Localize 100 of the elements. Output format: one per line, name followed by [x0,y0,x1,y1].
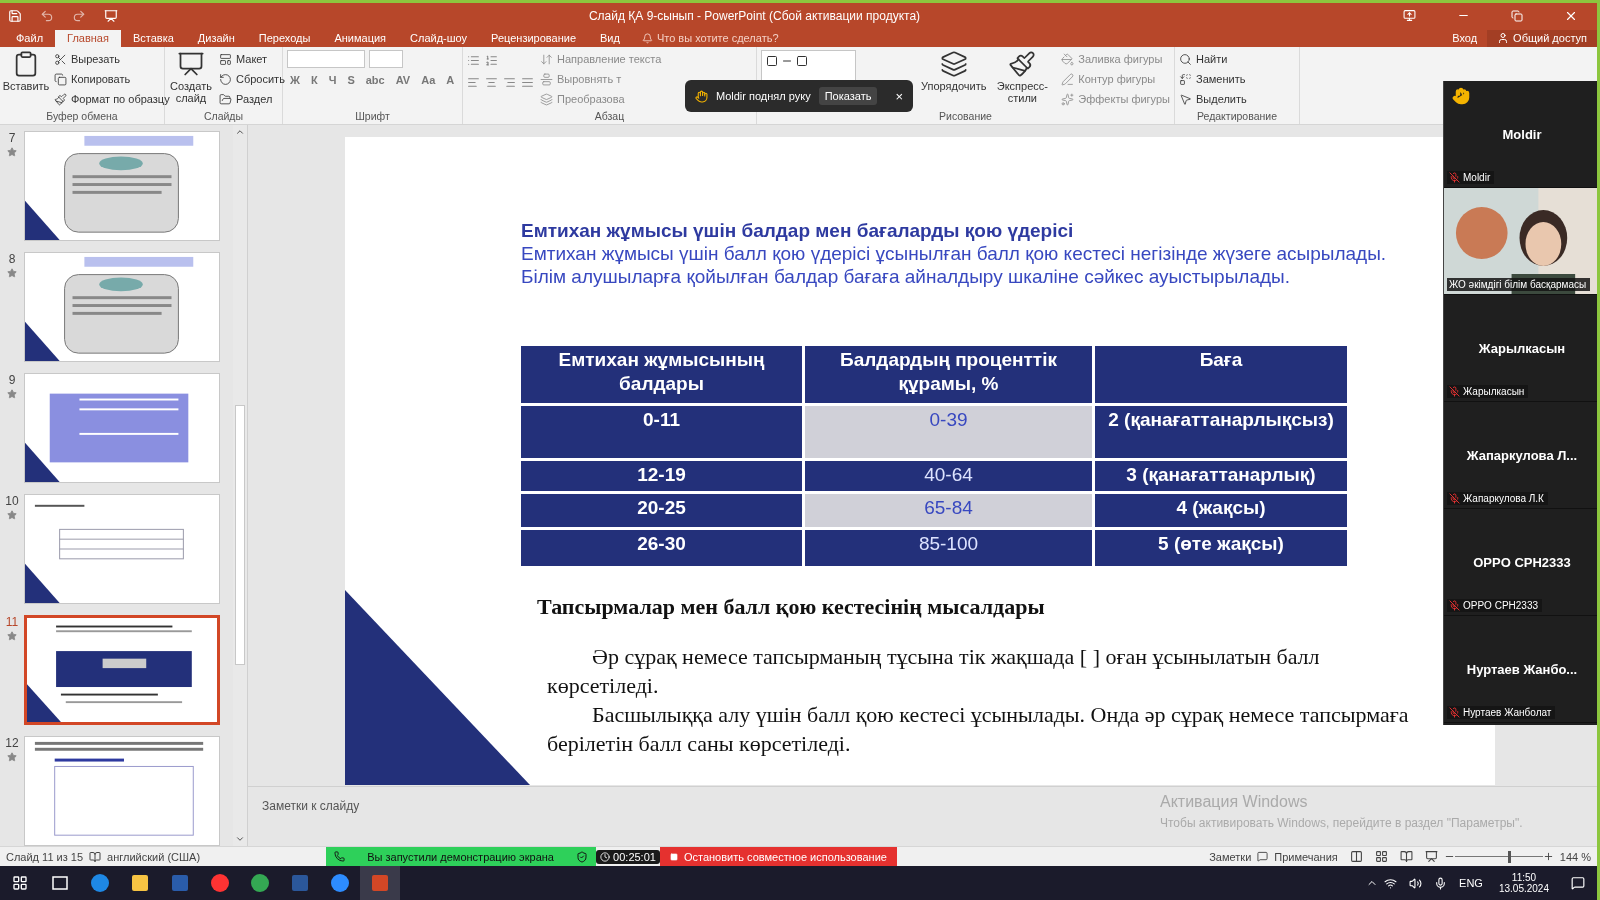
rectangle-icon[interactable] [766,55,778,67]
paintbrush-icon [1008,50,1037,78]
ribbon-tab[interactable]: Дизайн [185,30,247,47]
comment-icon[interactable] [1257,851,1269,862]
format-button[interactable]: Ж [287,74,303,86]
slide-thumbnail[interactable] [24,615,220,725]
toast-message: Moldir поднял руку [716,90,811,102]
ribbon-button[interactable]: Формат по образцу [54,90,170,108]
muted-mic-icon [1449,707,1460,718]
folder-icon [219,92,232,106]
align-center-icon[interactable] [485,75,498,89]
ribbon-button[interactable]: Макет [219,50,285,68]
format-button[interactable]: К [307,74,321,86]
participant-label: OPPO CPH2333 [1447,599,1543,612]
network-icon[interactable] [1384,876,1398,890]
star-icon [7,389,17,399]
undo-icon[interactable] [40,8,54,23]
timer[interactable]: 00:25:01 [596,849,660,864]
ribbon-button[interactable]: Вырезать [54,50,170,68]
star-icon [7,752,17,762]
slide-thumbnail[interactable] [24,494,220,604]
keyboard-language[interactable]: ENG [1453,877,1489,889]
zoom-level[interactable]: 144 % [1553,850,1597,863]
group-label: Редактирование [1196,110,1278,124]
slide-thumbnail[interactable] [24,131,220,241]
table-cell: 0-11 [521,406,802,458]
ribbon-tab[interactable]: Главная [55,30,121,47]
zoom-thumb[interactable] [1507,850,1511,863]
redo-icon[interactable] [72,8,86,23]
normal-view-icon[interactable] [1349,850,1363,863]
layout-icon [219,52,232,66]
notifications-icon[interactable] [1571,876,1585,890]
reading-view-icon[interactable] [1399,850,1413,863]
comments-button[interactable]: Примечания [1268,850,1344,863]
ribbon-button[interactable]: Заменить [1179,70,1247,88]
presentation-icon[interactable] [104,8,118,23]
ribbon-tab[interactable]: Вставка [120,30,186,47]
show-button[interactable]: Показать [818,87,878,105]
format-button[interactable]: S [344,74,358,86]
stop-icon [669,852,678,861]
ribbon-button[interactable]: Раздел [219,90,285,108]
tell-me-field[interactable]: Что вы хотите сделать? [631,30,789,47]
format-button[interactable]: AV [392,74,414,86]
notes-button[interactable]: Заметки [1203,850,1258,863]
share-button[interactable]: Общий доступ [1487,30,1597,47]
slide-heading: Емтихан жұмысы үшін балдар мен бағаларды қою үдерісі [521,219,1074,242]
microphone-icon[interactable] [1434,876,1448,890]
sign-in-link[interactable]: Вход [1442,30,1488,47]
ribbon-button[interactable]: Вставить [4,50,48,110]
participant-name: Жарылкасын [1478,340,1566,356]
ribbon-tab[interactable]: Слайд-шоу [398,30,480,47]
font-field[interactable] [287,50,365,68]
ribbon-button[interactable]: Найти [1179,50,1247,68]
zoom-in-icon[interactable] [1542,851,1554,862]
replace-icon [1179,72,1192,86]
align-left-icon[interactable] [467,75,480,89]
ribbon-tab[interactable]: Файл [4,30,56,47]
scroll-up-icon[interactable] [235,127,245,137]
table-cell: 3 (қанағаттанарлық) [1095,461,1347,491]
slide-thumbnail[interactable] [24,373,220,483]
format-button[interactable]: Ч [325,74,340,86]
format-button[interactable]: Aa [418,74,439,86]
participant-name: Жапаркулова Л... [1466,447,1578,463]
size-field[interactable] [369,50,403,68]
ribbon-tab[interactable]: Анимация [322,30,399,47]
notes-field[interactable]: Заметки к слайду [262,799,360,813]
numbering-icon[interactable] [485,53,498,67]
taskbar-clock[interactable]: 11:50 13.05.2024 [1488,872,1559,894]
ribbon-button[interactable]: Копировать [54,70,170,88]
rectangle-icon[interactable] [796,55,808,67]
book-icon[interactable] [89,850,102,863]
ribbon-tab[interactable]: Вид [588,30,632,47]
justify-icon[interactable] [521,75,534,89]
format-button[interactable]: abc [362,74,388,86]
table-header: Балдардың проценттік құрамы, % [805,346,1092,403]
format-button[interactable]: A [443,74,458,86]
language-label[interactable]: английский (США) [101,850,207,863]
slideshow-icon[interactable] [1424,850,1438,863]
align-right-icon[interactable] [503,75,516,89]
save-icon[interactable] [8,8,22,23]
table-header: Емтихан жұмысының балдары [521,346,802,403]
ribbon-tab[interactable]: Переходы [246,30,323,47]
ribbon-tab[interactable]: Рецензирование [479,30,589,47]
bullets-icon[interactable] [467,53,480,67]
grid-view-icon[interactable] [1374,850,1388,863]
slide-thumbnail[interactable] [24,736,220,846]
slide-thumbnail[interactable] [24,252,220,362]
participant-label: Жарылкасын [1447,385,1529,398]
scroll-down-icon[interactable] [235,834,245,844]
ribbon-button[interactable]: Создать слайд [169,50,213,110]
table-cell: 20-25 [521,494,802,527]
table-cell: 40-64 [805,461,1092,491]
close-button[interactable]: × [895,88,903,104]
ribbon-button[interactable]: Выделить [1179,90,1247,108]
table-cell: 4 (жақсы) [1095,494,1347,527]
ribbon-button[interactable]: Сбросить [219,70,285,88]
scrollbar-thumb[interactable] [235,405,245,665]
volume-icon[interactable] [1409,876,1423,890]
ribbon-button[interactable]: Экспресс-стили [989,50,1056,110]
stop-sharing-button[interactable]: Остановить совместное использование [659,846,897,867]
